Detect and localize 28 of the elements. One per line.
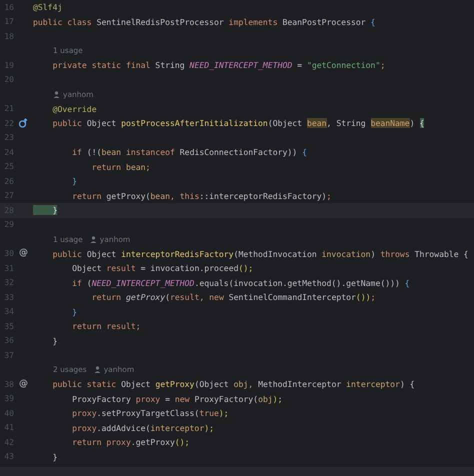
- person-icon: [94, 366, 101, 374]
- code-line: @Override: [52, 104, 97, 114]
- code-line: }: [71, 306, 78, 317]
- code-line: if (NEED_INTERCEPT_METHOD.equals(invocation.getMethod().getName())) {: [71, 278, 410, 288]
- code-line: }: [52, 452, 58, 462]
- code-line: ProxyFactory proxy = new ProxyFactory(obj);: [71, 394, 283, 404]
- implements-icon[interactable]: [19, 118, 28, 128]
- code-line: public Object interceptorRedisFactory(MethodInvocation invocation) throws Throwable {: [52, 248, 468, 259]
- code-line: public class SentinelRedisPostProcessor implements BeanPostProcessor {: [33, 16, 376, 27]
- code-line: proxy.addAdvice(interceptor);: [71, 422, 214, 433]
- code-line: return proxy.getProxy();: [71, 437, 190, 448]
- code-line: return bean;: [90, 162, 150, 172]
- at-sign-icon[interactable]: @: [19, 249, 28, 258]
- code-line: public Object postProcessAfterInitialization(Object bean, String beanName) {: [52, 118, 424, 128]
- code-line: return result;: [71, 321, 141, 332]
- code-line: return getProxy(result, new SentinelCommandInterceptor());: [90, 292, 376, 302]
- person-icon: [90, 236, 97, 243]
- code-line: if (!(bean instanceof RedisConnectionFactory)) {: [71, 147, 307, 158]
- code-line: }: [52, 336, 58, 346]
- code-line: Object result = invocation.proceed();: [71, 263, 254, 274]
- code-line: public static Object getProxy(Object obj, MethodInterceptor interceptor) {: [52, 379, 415, 390]
- code-line: @Slf4j: [33, 2, 62, 12]
- code-line: }: [71, 176, 78, 186]
- code-line: return getProxy(bean, this::interceptorRedisFactory);: [71, 190, 332, 201]
- at-sign-icon[interactable]: @: [19, 380, 28, 389]
- code-line: private static final String NEED_INTERCEPT_METHOD = "getConnection";: [52, 60, 386, 70]
- code-line: proxy.setProxyTargetClass(true);: [71, 408, 229, 418]
- person-icon: [53, 90, 60, 98]
